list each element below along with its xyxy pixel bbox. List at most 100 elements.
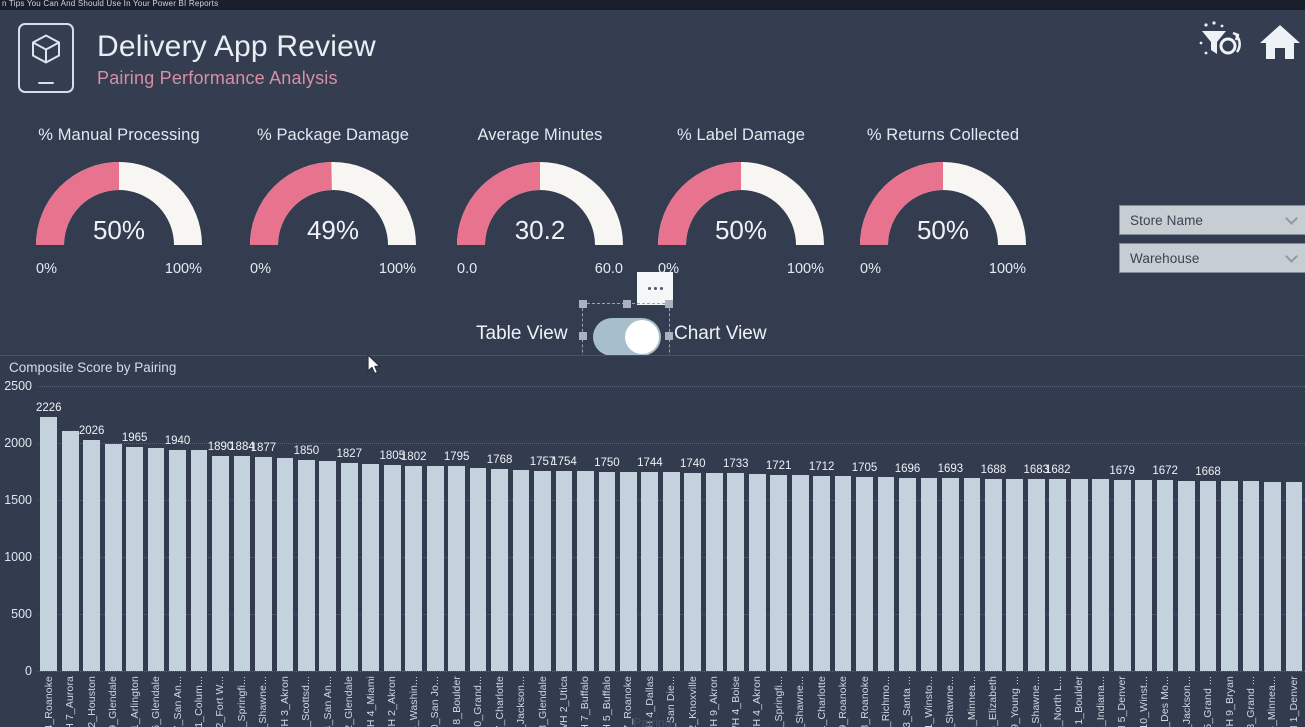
bar[interactable] <box>190 450 208 671</box>
bar-item[interactable] <box>832 386 853 671</box>
bar[interactable] <box>83 440 101 671</box>
bar[interactable] <box>877 477 895 671</box>
bar[interactable] <box>297 460 315 671</box>
bar[interactable] <box>856 476 873 671</box>
bar[interactable] <box>705 472 723 671</box>
bar-item[interactable] <box>875 386 896 671</box>
bar-item[interactable]: 1683 <box>1024 386 1049 671</box>
bar[interactable] <box>1070 479 1088 671</box>
bar-item[interactable] <box>59 386 80 671</box>
bar[interactable] <box>1221 481 1238 671</box>
bar-item[interactable] <box>145 386 166 671</box>
bar-item[interactable]: 1740 <box>680 386 706 671</box>
bar[interactable] <box>383 465 401 671</box>
bar[interactable] <box>641 472 659 671</box>
reset-filter-icon[interactable] <box>1192 19 1248 64</box>
bar[interactable] <box>577 471 594 671</box>
bar-item[interactable]: 1768 <box>487 386 512 671</box>
bar[interactable] <box>1264 481 1281 671</box>
bar-item[interactable] <box>575 386 596 671</box>
bar[interactable] <box>1178 480 1195 671</box>
bar-item[interactable]: 1795 <box>444 386 469 671</box>
bar-item[interactable] <box>1133 386 1154 671</box>
bar[interactable] <box>1135 479 1152 671</box>
bar[interactable] <box>534 470 551 671</box>
bar-item[interactable]: 1877 <box>251 386 276 671</box>
bar-item[interactable] <box>618 386 639 671</box>
bar[interactable] <box>813 475 830 671</box>
bar[interactable] <box>1049 479 1067 671</box>
bar-item[interactable] <box>1090 386 1111 671</box>
bar-item[interactable] <box>789 386 810 671</box>
bar-item[interactable]: 1940 <box>165 386 190 671</box>
bar[interactable] <box>40 417 58 671</box>
bar-item[interactable]: 1850 <box>294 386 319 671</box>
bar[interactable] <box>147 448 165 671</box>
bar[interactable] <box>1092 479 1110 671</box>
bar-item[interactable]: 1696 <box>895 386 920 671</box>
bar-item[interactable]: 1712 <box>809 386 834 671</box>
bar[interactable] <box>448 466 465 671</box>
bar-item[interactable] <box>1069 386 1090 671</box>
bar-item[interactable]: 1754 <box>551 386 577 671</box>
bar[interactable] <box>984 478 1002 671</box>
bar[interactable] <box>555 471 573 671</box>
chevron-down-icon[interactable] <box>1285 212 1298 225</box>
bar[interactable] <box>1285 481 1303 671</box>
toggle-knob[interactable] <box>625 320 659 354</box>
bar[interactable] <box>469 468 487 671</box>
chevron-down-icon[interactable] <box>1285 250 1298 263</box>
bar-item[interactable]: 1682 <box>1045 386 1071 671</box>
slicer-warehouse[interactable]: Warehouse <box>1119 243 1305 273</box>
bar[interactable] <box>770 474 788 671</box>
bar[interactable] <box>319 461 337 671</box>
bar[interactable] <box>340 462 358 671</box>
bar[interactable] <box>169 449 186 671</box>
bar-item[interactable]: 1827 <box>337 386 362 671</box>
bar[interactable] <box>727 473 745 671</box>
bar-item[interactable] <box>467 386 488 671</box>
bar[interactable] <box>61 430 79 671</box>
bar-item[interactable]: 1750 <box>594 386 620 671</box>
bar-item[interactable]: 1693 <box>938 386 963 671</box>
bar[interactable] <box>942 478 959 671</box>
bar[interactable] <box>1113 479 1131 671</box>
bar-item[interactable]: 1672 <box>1152 386 1178 671</box>
bar-item[interactable] <box>918 386 939 671</box>
bar-item[interactable] <box>961 386 982 671</box>
bar-item[interactable] <box>746 386 767 671</box>
bar[interactable] <box>662 472 680 671</box>
bar[interactable] <box>1199 480 1217 671</box>
bar[interactable] <box>276 457 294 671</box>
bar-item[interactable]: 1805 <box>379 386 405 671</box>
bar-item[interactable] <box>1219 386 1240 671</box>
bar[interactable] <box>1006 478 1024 671</box>
bar[interactable] <box>212 455 229 671</box>
bar-item[interactable]: 2026 <box>79 386 104 671</box>
bar-item[interactable]: 1733 <box>723 386 749 671</box>
bar[interactable] <box>620 471 637 671</box>
bar-item[interactable] <box>102 386 123 671</box>
bar-item[interactable] <box>1004 386 1025 671</box>
bar-item[interactable]: 1721 <box>766 386 791 671</box>
bar[interactable] <box>834 476 852 671</box>
bar[interactable] <box>748 474 766 671</box>
bar-item[interactable]: 1688 <box>981 386 1006 671</box>
bar[interactable] <box>899 477 916 671</box>
bar-item[interactable] <box>1240 386 1261 671</box>
bar[interactable] <box>1242 481 1260 671</box>
bar[interactable] <box>920 477 938 671</box>
bar[interactable] <box>791 475 809 671</box>
bar[interactable] <box>1156 480 1174 671</box>
bar-item[interactable]: 1668 <box>1195 386 1221 671</box>
bar[interactable] <box>963 478 981 671</box>
bar-item[interactable] <box>704 386 725 671</box>
home-icon[interactable] <box>1258 19 1302 64</box>
bar[interactable] <box>126 447 143 671</box>
bar[interactable] <box>362 463 380 671</box>
bar-item[interactable]: 1965 <box>122 386 147 671</box>
bar[interactable] <box>405 465 423 671</box>
bar[interactable] <box>104 444 122 671</box>
bar-item[interactable]: 1802 <box>401 386 427 671</box>
bar-item[interactable] <box>188 386 209 671</box>
